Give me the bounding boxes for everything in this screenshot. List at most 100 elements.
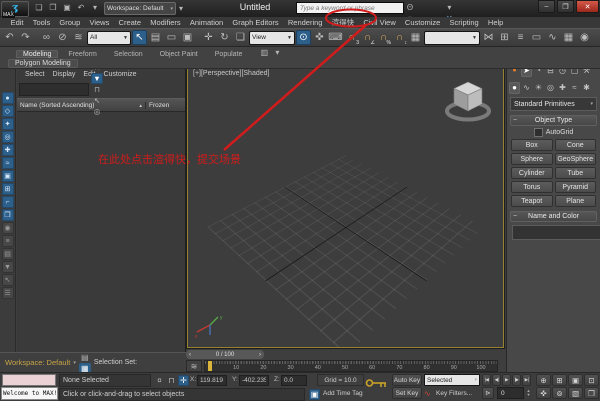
menu-graph-editors[interactable]: Graph Editors bbox=[228, 18, 283, 27]
schematic-view-icon[interactable]: ▦ bbox=[561, 30, 576, 45]
spacewarps-icon[interactable]: ≈ bbox=[569, 82, 580, 94]
key-mode-dropdown[interactable]: Selected▾ bbox=[424, 374, 480, 386]
display-lights-icon[interactable]: ✦ bbox=[2, 118, 14, 130]
track-bar[interactable]: 102030405060708090100 bbox=[204, 360, 498, 372]
menu-create[interactable]: Create bbox=[114, 18, 146, 27]
keyboard-override-icon[interactable]: ⌨ bbox=[328, 30, 343, 45]
select-by-name-icon[interactable]: ▤ bbox=[148, 30, 163, 45]
use-pivot-center-icon[interactable]: ⊙ bbox=[296, 30, 311, 45]
display-spacewarps-icon[interactable]: ≈ bbox=[2, 157, 14, 169]
systems-icon[interactable]: ✱ bbox=[581, 82, 592, 94]
filter-icon[interactable]: ▼ bbox=[91, 73, 103, 84]
key-mode-toggle-icon[interactable]: ⊳ bbox=[482, 387, 494, 399]
objtype-teapot-button[interactable]: Teapot bbox=[511, 195, 553, 207]
zoom-region-icon[interactable]: ▧ bbox=[568, 387, 583, 399]
menu-help[interactable]: Help bbox=[483, 18, 508, 27]
workspace-menu-icon[interactable]: ▾ bbox=[175, 3, 187, 14]
explorer-pick-icon[interactable]: ↖ bbox=[2, 274, 14, 286]
mini-curve-editor-button[interactable]: ≋ bbox=[186, 360, 202, 372]
object-type-rollout-header[interactable]: −Object Type bbox=[510, 115, 597, 126]
selection-filter-dropdown[interactable]: All▼ bbox=[87, 31, 131, 45]
objtype-cone-button[interactable]: Cone bbox=[555, 139, 597, 151]
minimize-button[interactable]: – bbox=[538, 0, 555, 13]
named-selection-dropdown[interactable]: ▼ bbox=[424, 31, 480, 45]
align-icon[interactable]: ⊞ bbox=[497, 30, 512, 45]
go-to-start-icon[interactable]: |◀ bbox=[482, 374, 491, 386]
percent-snap-icon[interactable]: ∩% bbox=[376, 30, 391, 45]
layer-explorer-icon[interactable]: ≡ bbox=[513, 30, 528, 45]
previous-frame-icon[interactable]: ◀| bbox=[492, 374, 501, 386]
zoom-icon[interactable]: ⊕ bbox=[536, 374, 551, 386]
display-shapes-icon[interactable]: ◇ bbox=[2, 105, 14, 117]
y-coordinate-field[interactable] bbox=[239, 375, 269, 386]
menu-edit[interactable]: Edit bbox=[6, 18, 28, 27]
explorer-menu-customize[interactable]: Customize bbox=[99, 71, 140, 78]
unlink-selection-icon[interactable]: ⊘ bbox=[55, 30, 70, 45]
add-time-tag[interactable]: Add Time Tag bbox=[323, 390, 363, 397]
polygon-modeling-panel[interactable]: Polygon Modeling bbox=[8, 59, 78, 68]
time-slider[interactable]: ‹ 0 / 100 › bbox=[186, 350, 264, 359]
find-icon[interactable]: Θ bbox=[404, 2, 416, 13]
selection-region-icon[interactable]: ▭ bbox=[164, 30, 179, 45]
menu-tools[interactable]: Tools bbox=[28, 18, 55, 27]
maximize-viewport-icon[interactable]: ❒ bbox=[584, 387, 599, 399]
redo-icon[interactable]: ↷ bbox=[18, 30, 33, 45]
menu-views[interactable]: Views bbox=[85, 18, 114, 27]
maxscript-mini-listener[interactable] bbox=[2, 374, 56, 386]
play-icon[interactable]: ▶ bbox=[502, 374, 511, 386]
sort-mode-icon[interactable]: ≡ bbox=[2, 235, 14, 247]
display-cameras-icon[interactable]: ◎ bbox=[2, 131, 14, 143]
ribbon-tab-modeling[interactable]: Modeling bbox=[16, 50, 58, 58]
menu-rendering[interactable]: Rendering bbox=[283, 18, 327, 27]
signin-arrow-icon[interactable]: ▾ bbox=[443, 2, 455, 13]
viewport-label[interactable]: [+][Perspective][Shaded] bbox=[193, 70, 269, 77]
absolute-mode-icon[interactable]: ✛ bbox=[178, 375, 189, 386]
display-containers-icon[interactable]: ❒ bbox=[2, 209, 14, 221]
zoom-extents-all-icon[interactable]: ⊡ bbox=[584, 374, 599, 386]
infocenter-search-input[interactable] bbox=[296, 2, 404, 14]
zoom-extents-icon[interactable]: ▣ bbox=[568, 374, 583, 386]
display-xrefs-icon[interactable]: ⊞ bbox=[2, 183, 14, 195]
isolate-selection-icon[interactable]: ¤ bbox=[154, 375, 165, 386]
explorer-settings-icon[interactable]: ☰ bbox=[2, 287, 14, 299]
menu-civil-view[interactable]: Civil View bbox=[359, 18, 401, 27]
objtype-tube-button[interactable]: Tube bbox=[555, 167, 597, 179]
name-color-rollout-header[interactable]: −Name and Color bbox=[510, 211, 597, 222]
display-groups-icon[interactable]: ▣ bbox=[2, 170, 14, 182]
objtype-geosphere-button[interactable]: GeoSphere bbox=[555, 153, 597, 165]
save-file-icon[interactable]: ▣ bbox=[61, 2, 73, 13]
column-frozen-header[interactable]: Frozen bbox=[145, 102, 185, 109]
objtype-torus-button[interactable]: Torus bbox=[511, 181, 553, 193]
select-object-icon[interactable]: ↖ bbox=[132, 30, 147, 45]
maximize-button[interactable]: ❐ bbox=[557, 0, 574, 13]
spinner-snap-icon[interactable]: ∩↕ bbox=[392, 30, 407, 45]
select-and-move-icon[interactable]: ✛ bbox=[201, 30, 216, 45]
display-geometry-icon[interactable]: ● bbox=[2, 92, 14, 104]
objtype-pyramid-button[interactable]: Pyramid bbox=[555, 181, 597, 193]
scene-explorer-toggle-icon[interactable]: ▤ bbox=[79, 352, 91, 363]
angle-snap-icon[interactable]: ∩∠ bbox=[360, 30, 375, 45]
curve-editor-icon[interactable]: ∿ bbox=[545, 30, 560, 45]
menu-xuandekuai[interactable]: 渲得快 bbox=[327, 17, 359, 28]
x-coordinate-field[interactable] bbox=[197, 375, 227, 386]
category-dropdown[interactable]: Standard Primitives▾ bbox=[510, 97, 597, 111]
go-to-end-icon[interactable]: ▶| bbox=[522, 374, 531, 386]
window-crossing-icon[interactable]: ▣ bbox=[180, 30, 195, 45]
select-and-link-icon[interactable]: ∞ bbox=[39, 30, 54, 45]
set-key-button[interactable]: Set Key bbox=[392, 387, 422, 399]
auto-key-button[interactable]: Auto Key bbox=[392, 374, 422, 386]
viewcube[interactable] bbox=[441, 77, 495, 125]
menu-modifiers[interactable]: Modifiers bbox=[146, 18, 186, 27]
next-frame-icon[interactable]: |▶ bbox=[512, 374, 521, 386]
menu-animation[interactable]: Animation bbox=[185, 18, 228, 27]
explorer-menu-select[interactable]: Select bbox=[21, 71, 48, 78]
ribbon-tab-freeform[interactable]: Freeform bbox=[61, 50, 103, 58]
explorer-menu-display[interactable]: Display bbox=[48, 71, 79, 78]
menu-customize[interactable]: Customize bbox=[400, 18, 445, 27]
orbit-icon[interactable]: ⊚ bbox=[552, 387, 567, 399]
ribbon-gallery-icon[interactable]: ▥ bbox=[258, 47, 270, 58]
material-editor-icon[interactable]: ◉ bbox=[577, 30, 592, 45]
explorer-list-body[interactable] bbox=[17, 112, 185, 356]
edit-named-selections-icon[interactable]: ▦ bbox=[408, 30, 423, 45]
ribbon-toggle-icon[interactable]: ▭ bbox=[529, 30, 544, 45]
